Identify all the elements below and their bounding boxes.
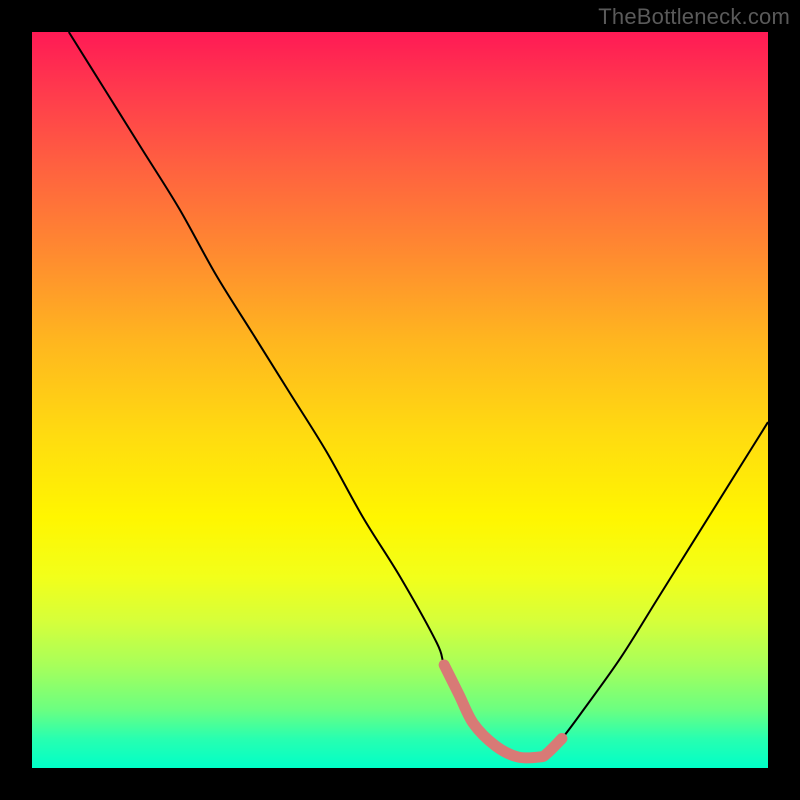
curve-svg (32, 32, 768, 768)
main-curve (69, 32, 768, 758)
chart-frame: TheBottleneck.com (0, 0, 800, 800)
highlight-curve (444, 665, 562, 758)
plot-area (32, 32, 768, 768)
watermark-label: TheBottleneck.com (598, 4, 790, 30)
